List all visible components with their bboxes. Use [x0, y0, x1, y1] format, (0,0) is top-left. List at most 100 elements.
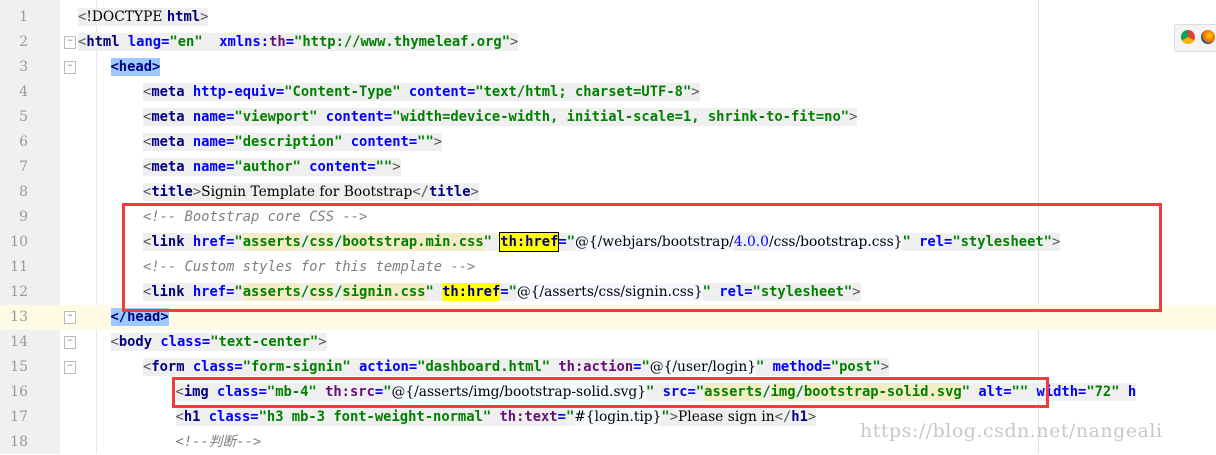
token-punct: > [433, 133, 443, 151]
line-number: 13 [10, 309, 28, 325]
token-attr: name= [192, 133, 235, 151]
token-attr: xmlns: [219, 33, 270, 51]
token-val: " [425, 283, 443, 301]
line-number: 2 [19, 34, 28, 50]
token-val: "en" [169, 33, 220, 51]
code-line[interactable]: 8 <title>Signin Template for Bootstrap</t… [0, 180, 1216, 205]
line-number: 6 [19, 134, 28, 150]
fold-toggle-icon[interactable]: − [64, 361, 76, 374]
code-line[interactable]: 4 <meta http-equiv="Content-Type" content… [0, 80, 1216, 105]
code-text: <!-- Custom styles for this template --> [143, 258, 475, 277]
firefox-icon[interactable] [1201, 30, 1215, 44]
code-line[interactable]: 7 <meta name="author" content=""> [0, 155, 1216, 180]
code-line[interactable]: 3 − <head> [0, 55, 1216, 80]
token-val: " [565, 408, 575, 426]
token-attr: class= [208, 408, 259, 426]
code-text: <form class="form-signin" action="dashbo… [143, 358, 889, 377]
code-line[interactable]: 10 <link href="asserts/css/bootstrap.min.… [0, 230, 1216, 255]
token-comment: <!-- Bootstrap core CSS --> [143, 209, 368, 225]
token-punct: > [807, 408, 817, 426]
code-text: <!-- Bootstrap core CSS --> [143, 208, 367, 227]
line-number: 17 [10, 409, 28, 425]
token-comment: <!-- Custom styles for this template --> [143, 259, 476, 275]
token-val: "h3 mb-3 font-weight-normal" [258, 408, 500, 426]
fold-toggle-icon[interactable]: − [64, 36, 76, 49]
code-line[interactable]: 12 <link href="asserts/css/signin.css" th… [0, 280, 1216, 305]
code-text: </head> [110, 308, 169, 327]
token-val: "width=device-width, initial-scale=1, sh… [392, 108, 850, 126]
token-punct: < [175, 408, 184, 426]
token-expr: @{/webjars/bootstrap/ [575, 233, 734, 251]
line-number: 1 [19, 9, 28, 25]
token-val: " [661, 408, 670, 426]
code-text: <head> [110, 58, 161, 77]
token-tag: html [86, 33, 128, 51]
token-tag: h1 [183, 408, 209, 426]
code-line[interactable]: 1 <!DOCTYPE html> [0, 5, 1216, 30]
code-line[interactable]: 16 <img class="mb-4" th:src="@{/asserts/i… [0, 380, 1216, 405]
code-line[interactable]: 13 − </head> [0, 305, 1216, 330]
token-tag: meta [151, 83, 193, 101]
fold-toggle-icon[interactable]: − [64, 336, 76, 349]
code-text: <title>Signin Template for Bootstrap</ti… [143, 183, 479, 202]
token-val: "text/html; charset=UTF-8" [475, 83, 692, 101]
code-line[interactable]: 11 <!-- Custom styles for this template -… [0, 255, 1216, 280]
token-val: "post" [830, 358, 881, 376]
token-val: / [300, 233, 310, 251]
token-attr: action= [359, 358, 418, 376]
chrome-icon[interactable] [1181, 30, 1195, 44]
token-punct: > [192, 183, 202, 201]
code-line[interactable]: 2− <html lang="en" xmlns:th="http://www.t… [0, 30, 1216, 55]
token-tag: form [151, 358, 193, 376]
token-attr: content= [325, 108, 393, 126]
token-val: "author" [234, 158, 310, 176]
token-attr: rel= [719, 283, 753, 301]
line-number: 12 [10, 284, 28, 300]
token-text: Signin Template for Bootstrap [201, 183, 413, 201]
token-sel: <head> [110, 58, 161, 76]
code-line[interactable]: 9 <!-- Bootstrap core CSS --> [0, 205, 1216, 230]
line-number: 16 [10, 384, 28, 400]
fold-toggle-icon[interactable]: − [64, 311, 76, 324]
token-comment: <!--判断--> [175, 434, 262, 450]
token-attr: class= [192, 358, 243, 376]
code-line[interactable]: 14 − <body class="text-center"> [0, 330, 1216, 355]
token-val: "mb-4" [266, 383, 326, 401]
token-sel: </head> [110, 308, 169, 326]
token-val: " [695, 383, 705, 401]
token-attr: content= [350, 133, 418, 151]
token-attr: width= [1036, 383, 1087, 401]
token-expr: @{/asserts/css/signin.css} [516, 283, 703, 301]
token-val: " [234, 283, 243, 301]
token-val: " [702, 283, 720, 301]
line-number: 5 [19, 109, 28, 125]
fold-toggle-icon[interactable]: − [64, 61, 76, 74]
token-tag: meta [151, 108, 193, 126]
token-expr: @{/asserts/img/bootstrap-solid.svg} [391, 383, 646, 401]
code-line[interactable]: 15− <form class="form-signin" action="das… [0, 355, 1216, 380]
line-number: 11 [10, 259, 28, 275]
code-text: <link href="asserts/css/signin.css" th:h… [143, 283, 861, 302]
token-val: "stylesheet" [952, 233, 1052, 251]
token-attr: = [374, 383, 384, 401]
code-line[interactable]: 5 <meta name="viewport" content="width=de… [0, 105, 1216, 130]
token-attr: = [285, 33, 295, 51]
token-val: " [383, 383, 392, 401]
token-text: !DOCTYPE [86, 8, 167, 26]
token-val: / [300, 283, 310, 301]
code-text: <!--判断--> [176, 433, 262, 452]
line-number: 15 [10, 359, 28, 375]
token-path: bootstrap-solid.svg [803, 383, 962, 401]
token-tag: body [118, 333, 161, 351]
token-attr: class= [217, 383, 267, 401]
token-path: css [309, 233, 335, 251]
code-text: <!DOCTYPE html> [78, 8, 209, 27]
token-punct: > [392, 158, 401, 176]
token-val: " [641, 358, 650, 376]
code-text: <meta http-equiv="Content-Type" content=… [143, 83, 700, 102]
token-attr: = [557, 408, 566, 426]
token-path: asserts [242, 283, 301, 301]
code-line[interactable]: 6 <meta name="description" content=""> [0, 130, 1216, 155]
token-punct: > [470, 183, 479, 201]
code-text: <img class="mb-4" th:src="@{/asserts/img… [175, 383, 1137, 402]
